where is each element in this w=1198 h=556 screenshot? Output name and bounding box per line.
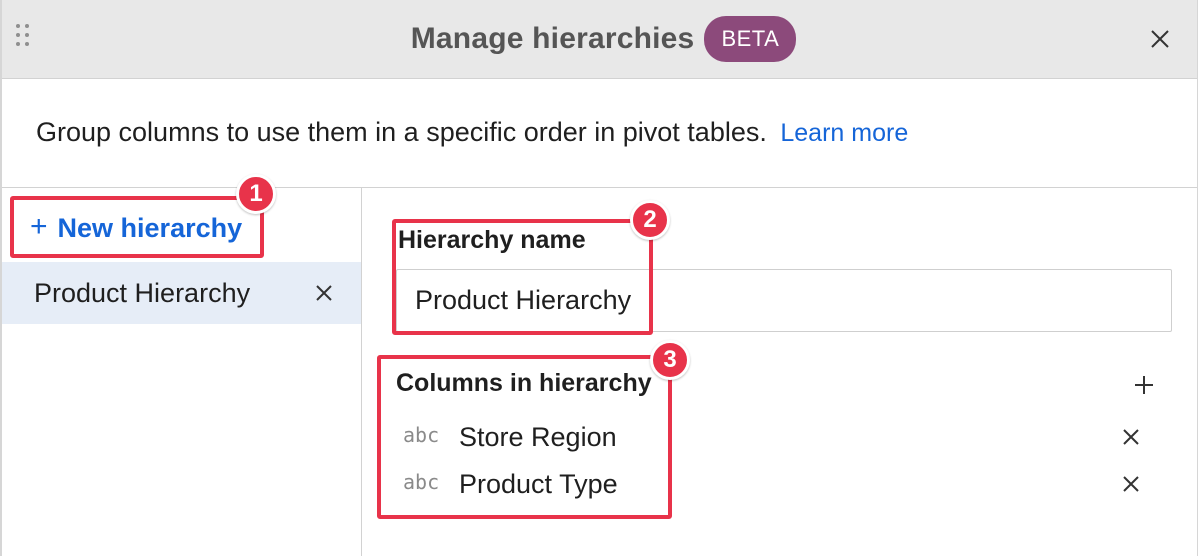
- hierarchy-list-panel: + New hierarchy Product Hierarchy: [2, 188, 362, 556]
- hierarchy-editor-panel: Hierarchy name Columns in hierarchy abc …: [363, 188, 1198, 556]
- hierarchy-item-label: Product Hierarchy: [34, 277, 251, 308]
- text-type-icon: abc: [403, 423, 440, 447]
- learn-more-link[interactable]: Learn more: [780, 119, 908, 147]
- column-row[interactable]: abc Product Type: [403, 464, 1163, 504]
- text-type-icon: abc: [403, 470, 440, 494]
- dialog-header: Manage hierarchies BETA: [2, 0, 1197, 79]
- manage-hierarchies-dialog: Manage hierarchies BETA Group columns to…: [0, 0, 1198, 556]
- description-text: Group columns to use them in a specific …: [36, 117, 767, 147]
- callout-badge-2: 2: [630, 200, 670, 240]
- callout-badge-1: 1: [236, 174, 276, 214]
- new-hierarchy-label: New hierarchy: [57, 212, 243, 243]
- remove-column-icon[interactable]: [1117, 423, 1145, 451]
- dialog-description: Group columns to use them in a specific …: [36, 117, 908, 148]
- columns-in-hierarchy-label: Columns in hierarchy: [396, 369, 652, 397]
- callout-badge-3: 3: [650, 340, 690, 380]
- beta-badge: BETA: [704, 16, 797, 62]
- close-icon[interactable]: [1145, 24, 1175, 54]
- dialog-title: Manage hierarchies: [410, 22, 695, 55]
- hierarchy-name-label: Hierarchy name: [398, 226, 586, 254]
- title-group: Manage hierarchies BETA: [2, 16, 1197, 62]
- column-name: Product Type: [459, 468, 618, 499]
- plus-icon: +: [30, 210, 48, 243]
- column-name: Store Region: [459, 421, 617, 452]
- add-column-plus-icon[interactable]: [1129, 370, 1159, 400]
- remove-hierarchy-icon[interactable]: [309, 278, 339, 308]
- hierarchy-list-item[interactable]: Product Hierarchy: [2, 262, 361, 324]
- hierarchy-name-input[interactable]: [396, 269, 1172, 332]
- remove-column-icon[interactable]: [1117, 470, 1145, 498]
- new-hierarchy-button[interactable]: + New hierarchy: [30, 208, 242, 248]
- column-row[interactable]: abc Store Region: [403, 417, 1163, 457]
